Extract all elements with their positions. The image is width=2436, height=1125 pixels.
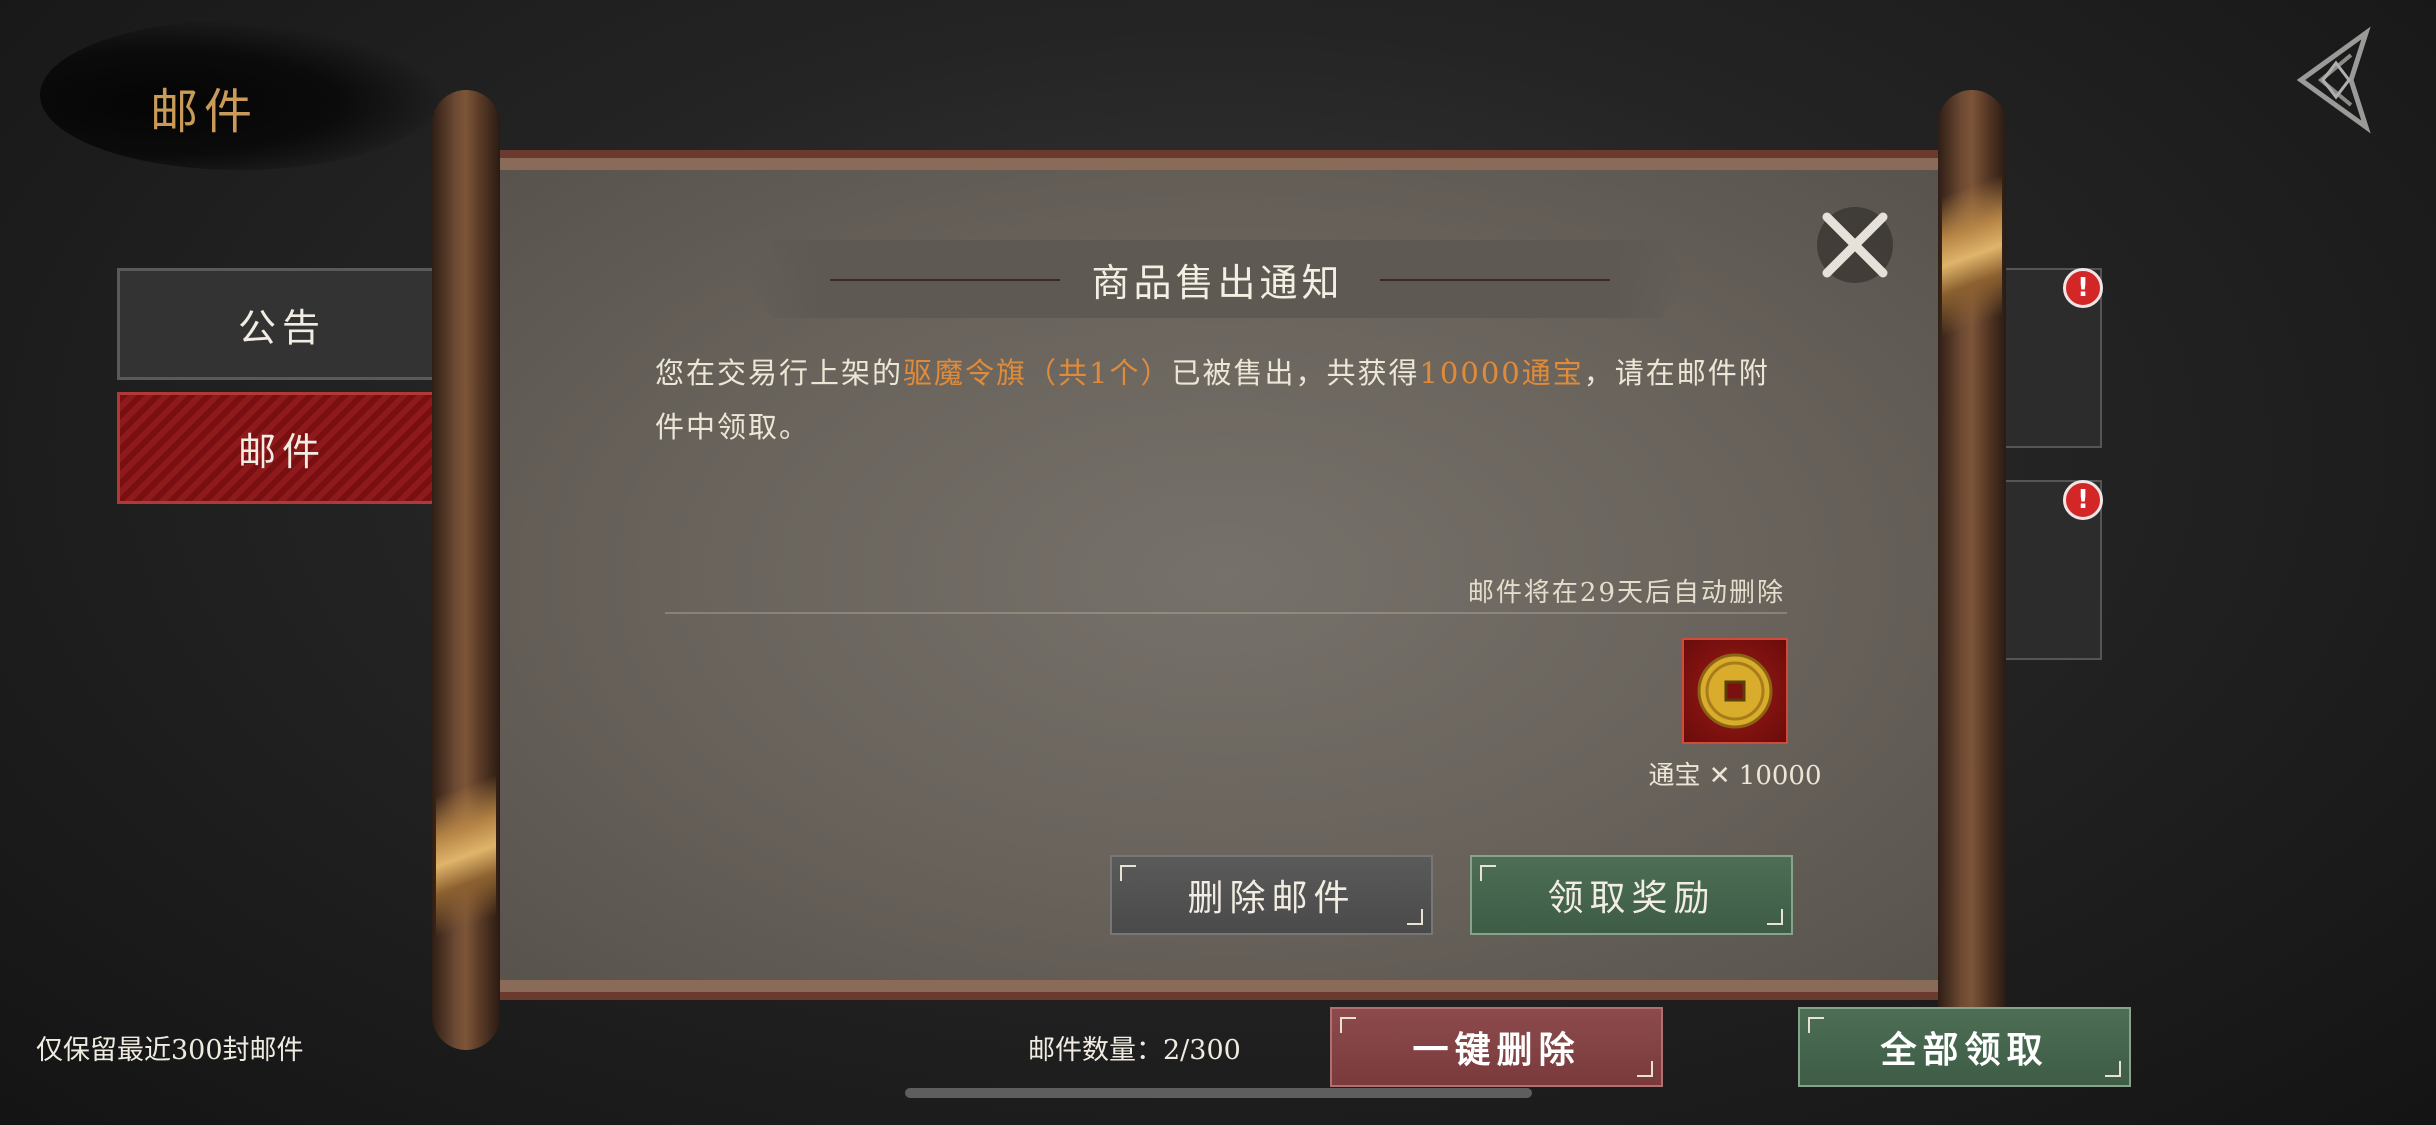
unread-badge: ! — [2063, 480, 2103, 520]
roller-ornament — [1942, 140, 2002, 400]
claim-reward-label: 领取奖励 — [1547, 878, 1716, 919]
message-text: 已被售出，共获得 — [1171, 356, 1420, 390]
tab-mail[interactable]: 邮件 — [117, 392, 447, 504]
attachment-item[interactable] — [1682, 638, 1788, 744]
claim-all-label: 全部领取 — [1880, 1029, 2049, 1071]
roller-ornament — [436, 740, 496, 1000]
claim-all-button[interactable]: 全部领取 — [1798, 1007, 2131, 1087]
close-icon[interactable] — [1805, 195, 1905, 295]
delete-all-button[interactable]: 一键删除 — [1330, 1007, 1663, 1087]
tab-announcement-label: 公告 — [237, 305, 326, 350]
dialog-title: 商品售出通知 — [1091, 261, 1344, 305]
tab-mail-label: 邮件 — [237, 429, 326, 474]
page-title: 邮件 — [150, 84, 259, 140]
item-name-highlight: 驱魔令旗（共1个） — [903, 356, 1172, 390]
copper-coin-icon — [1697, 653, 1773, 729]
home-indicator[interactable] — [905, 1088, 1532, 1098]
delete-mail-button[interactable]: 删除邮件 — [1110, 855, 1433, 935]
tab-announcement[interactable]: 公告 — [117, 268, 447, 380]
mail-count: 邮件数量：2/300 — [1028, 1035, 1241, 1066]
delete-mail-label: 删除邮件 — [1187, 878, 1356, 919]
claim-reward-button[interactable]: 领取奖励 — [1470, 855, 1793, 935]
mail-message: 您在交易行上架的驱魔令旗（共1个）已被售出，共获得10000通宝，请在邮件附件中… — [655, 346, 1790, 454]
unread-badge: ! — [2063, 268, 2103, 308]
delete-all-label: 一键删除 — [1412, 1029, 1581, 1071]
back-arrow-icon[interactable] — [2281, 25, 2391, 135]
mail-retention-note: 仅保留最近300封邮件 — [36, 1035, 304, 1066]
amount-highlight: 10000通宝 — [1419, 356, 1584, 390]
message-text: 您在交易行上架的 — [655, 356, 904, 390]
attachment-label: 通宝 ✕ 10000 — [1648, 761, 1822, 791]
divider — [665, 612, 1787, 614]
expire-notice: 邮件将在29天后自动删除 — [1467, 578, 1785, 608]
